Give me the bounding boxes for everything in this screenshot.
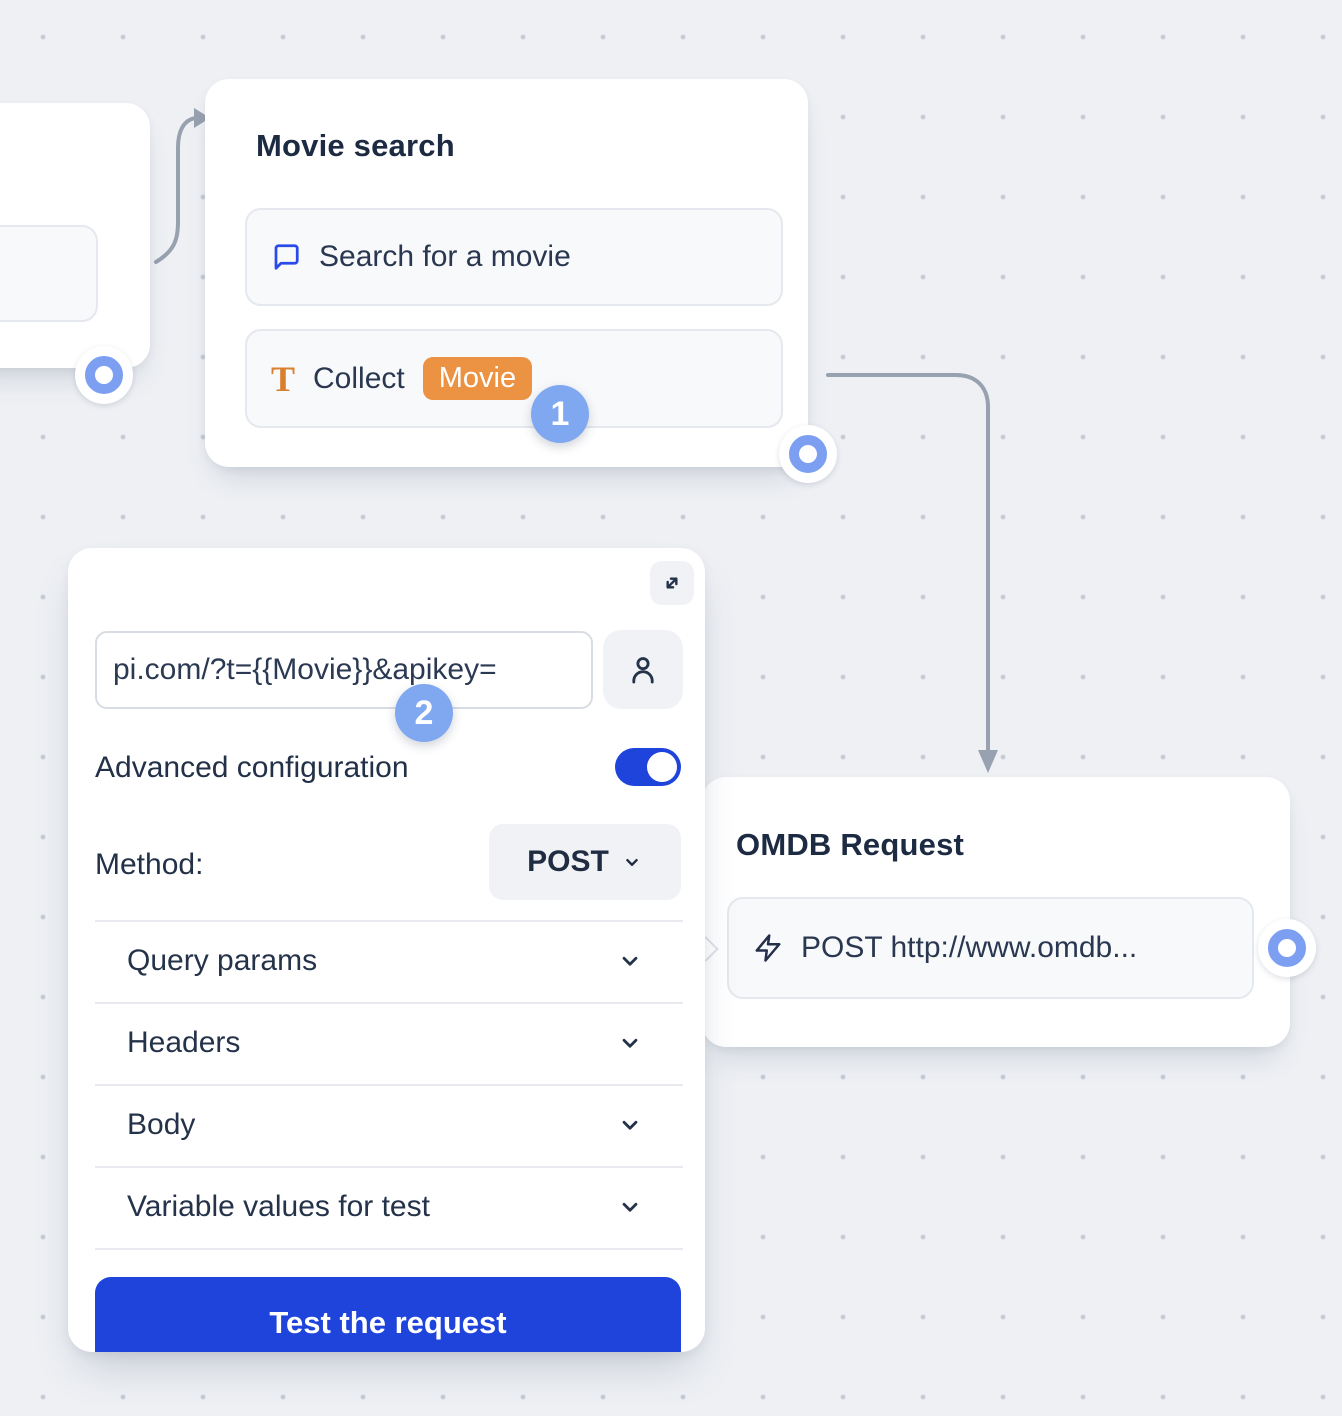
chevron-down-icon [617,1194,643,1220]
section-label: Headers [95,1026,240,1060]
section-body[interactable]: Body [95,1084,683,1166]
expand-icon [659,570,685,596]
chat-bubble-icon [271,242,301,272]
node-title: OMDB Request [736,827,964,863]
collect-step-label: Collect [313,362,405,396]
text-input-icon: T [271,361,295,397]
url-input[interactable]: pi.com/?t={{Movie}}&apikey= [95,631,593,709]
webhook-config-panel: pi.com/?t={{Movie}}&apikey= Advanced con… [68,548,705,1352]
connection-port-out[interactable] [75,346,133,404]
webhook-step-item[interactable]: POST http://www.omdb... [727,897,1254,999]
step-badge-2: 2 [395,684,453,742]
message-step-item[interactable]: Search for a movie [245,208,783,306]
section-label: Query params [95,944,317,978]
omdb-request-node[interactable]: OMDB Request POST http://www.omdb... [702,777,1290,1047]
method-label: Method: [95,848,203,882]
message-step-label: Search for a movie [319,240,571,274]
step-badge-1: 1 [531,385,589,443]
webhook-step-label: POST http://www.omdb... [801,931,1137,965]
section-variable-values[interactable]: Variable values for test [95,1166,683,1248]
url-input-value: pi.com/?t={{Movie}}&apikey= [113,653,497,687]
port-ring-icon [85,356,123,394]
section-headers[interactable]: Headers [95,1002,683,1084]
chevron-down-icon [617,1112,643,1138]
expand-button[interactable] [650,561,694,605]
port-ring-icon [1268,929,1306,967]
collect-step-item[interactable]: T Collect Movie [245,329,783,428]
movie-search-node[interactable]: Movie search Search for a movie T Collec… [205,79,808,467]
section-label: Variable values for test [95,1190,430,1224]
node-item[interactable] [0,225,98,322]
section-label: Body [95,1108,195,1142]
wire-left-to-movie-search [156,118,198,262]
advanced-configuration-label: Advanced configuration [95,751,409,785]
port-ring-icon [789,435,827,473]
node-title: Movie search [256,128,455,164]
method-select[interactable]: POST [489,824,681,900]
arrowhead-down-icon [978,750,998,773]
advanced-configuration-toggle[interactable] [615,748,681,786]
previous-node-partial[interactable] [0,103,150,368]
chevron-down-icon [617,1030,643,1056]
chevron-down-icon [621,851,643,873]
lightning-icon [753,933,783,963]
toggle-knob [647,752,677,782]
flow-canvas[interactable]: Movie search Search for a movie T Collec… [0,0,1342,1416]
variable-chip[interactable]: Movie [423,357,532,400]
chevron-down-icon [617,948,643,974]
person-button[interactable] [603,630,683,709]
divider [95,1248,683,1250]
person-icon [626,653,660,687]
method-value: POST [527,845,609,879]
connection-port-out[interactable] [1258,919,1316,977]
section-query-params[interactable]: Query params [95,920,683,1002]
wire-movie-search-to-omdb [828,375,988,752]
test-request-button[interactable]: Test the request [95,1277,681,1352]
connection-port-out[interactable] [779,425,837,483]
